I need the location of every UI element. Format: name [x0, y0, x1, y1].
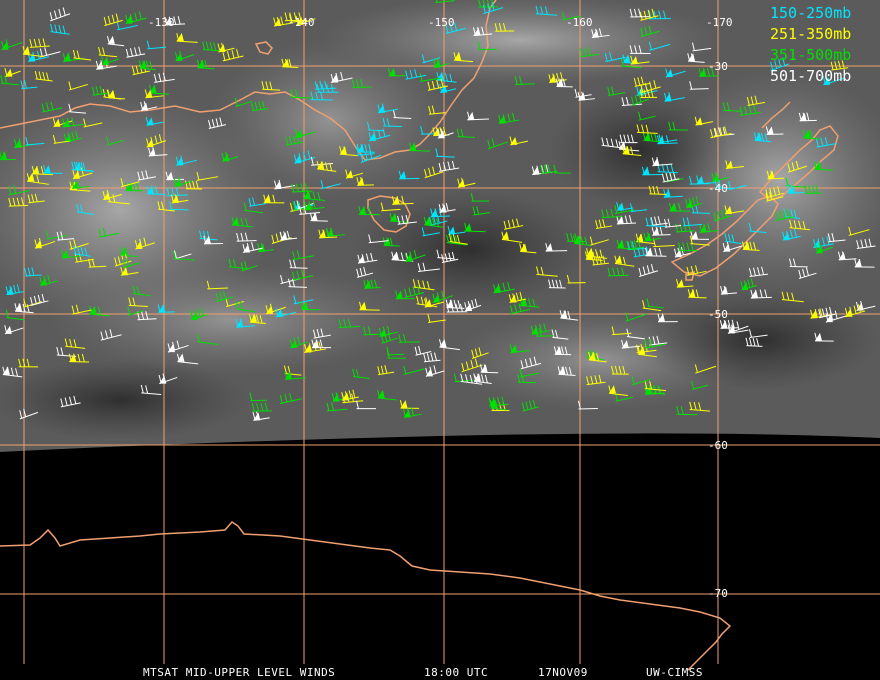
map-canvas: -130 -140 -150 -160 -170 -30 -40 -50 -60…: [0, 0, 880, 679]
satellite-imagery: [0, 0, 880, 452]
legend-150-250: 150-250mb: [770, 4, 851, 22]
lon-label-140: -140: [288, 16, 315, 29]
antarctica-coast: [0, 521, 732, 671]
footer-caption: MTSAT MID-UPPER LEVEL WINDS 18:00 UTC 17…: [143, 666, 703, 679]
lat-label-70: -70: [708, 587, 728, 600]
legend-251-350: 251-350mb: [770, 25, 851, 43]
lon-label-160: -160: [566, 16, 593, 29]
legend-501-700: 501-700mb: [770, 67, 851, 85]
lon-label-170: -170: [706, 16, 733, 29]
lon-label-150: -150: [428, 16, 455, 29]
valid-date: 17NOV09: [538, 666, 588, 679]
lat-label-50: -50: [708, 308, 728, 321]
legend-351-500: 351-500mb: [770, 46, 851, 64]
lat-label-30: -30: [708, 60, 728, 73]
product-name: MTSAT MID-UPPER LEVEL WINDS: [143, 666, 335, 679]
data-source: UW-CIMSS: [646, 666, 703, 679]
lon-label-130: -130: [148, 16, 175, 29]
valid-time: 18:00 UTC: [424, 666, 488, 679]
satellite-wind-map: -130 -140 -150 -160 -170 -30 -40 -50 -60…: [0, 0, 880, 680]
lat-label-40: -40: [708, 182, 728, 195]
lat-label-60: -60: [708, 439, 728, 452]
